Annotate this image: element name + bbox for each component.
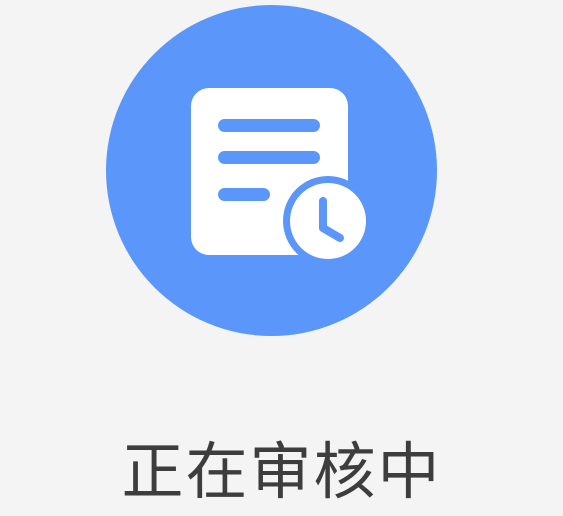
- document-pending-clock-icon: [191, 88, 373, 266]
- review-status-icon-circle: [106, 5, 437, 336]
- review-status-page: 正在审核中: [0, 0, 563, 516]
- review-status-label: 正在审核中: [121, 435, 442, 508]
- document-line-2: [218, 151, 320, 164]
- clock-icon: [283, 176, 373, 266]
- document-line-1: [218, 119, 320, 132]
- document-line-3: [218, 188, 270, 201]
